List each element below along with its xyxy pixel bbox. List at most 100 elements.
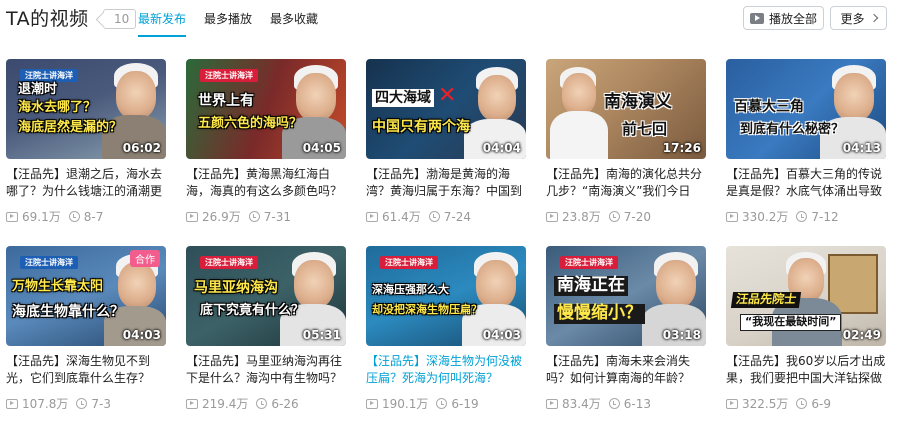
video-duration: 04:05 [302, 141, 341, 155]
publish-date: 6-9 [811, 396, 831, 411]
video-meta: 107.8万 7-3 [6, 395, 166, 412]
tab-most-played[interactable]: 最多播放 [204, 10, 252, 37]
thumbnail-caption: 万物生长靠太阳 [12, 279, 104, 294]
thumbnail-caption: 五颜六色的海吗？ [198, 116, 303, 131]
video-card[interactable]: 南海演义 前七回 17:26 【汪品先】南海的演化总共分几步？“南海演义”我们今… [546, 59, 706, 229]
play-count-icon [546, 211, 558, 222]
video-thumbnail[interactable]: 汪院士讲海洋 南海正在 慢慢缩小？ 03:18 [546, 246, 706, 346]
thumbnail-caption: 世界上有 [198, 93, 254, 109]
video-title[interactable]: 【汪品先】深海生物为何没被压扁？死海为何叫死海？ [366, 353, 526, 387]
cross-mark-icon: ✕ [438, 83, 457, 108]
sort-tabs: 最新发布 最多播放 最多收藏 [138, 10, 336, 37]
collab-badge: 合作 [130, 250, 160, 267]
view-count: 83.4万 [562, 397, 601, 411]
video-title[interactable]: 【汪品先】退潮之后，海水去哪了？为什么钱塘江的涌潮更 [6, 166, 166, 200]
view-count: 322.5万 [742, 397, 789, 411]
thumbnail-caption: 四大海域 [372, 89, 434, 108]
clock-icon [76, 398, 88, 409]
video-thumbnail[interactable]: 汪品先院士 “我现在最缺时间” 02:49 [726, 246, 886, 346]
clock-icon [608, 398, 620, 409]
tab-latest[interactable]: 最新发布 [138, 10, 187, 37]
series-tag: 汪院士讲海洋 [380, 256, 438, 269]
play-count-icon [726, 211, 738, 222]
video-card[interactable]: 汪院士讲海洋 合作 万物生长靠太阳 海底生物靠什么？ 04:03 【汪品先】深海… [6, 246, 166, 416]
play-count-icon [6, 211, 18, 222]
view-count: 330.2万 [742, 210, 789, 224]
video-thumbnail[interactable]: 汪院士讲海洋 世界上有 五颜六色的海吗？ 04:05 [186, 59, 346, 159]
video-title[interactable]: 【汪品先】南海的演化总共分几步？“南海演义”我们今日 [546, 166, 706, 200]
video-title[interactable]: 【汪品先】黄海黑海红海白海，海真的有这么多颜色吗？ [186, 166, 346, 200]
series-tag: 汪院士讲海洋 [560, 256, 618, 269]
video-meta: 219.4万 6-26 [186, 395, 346, 412]
video-duration: 02:49 [842, 328, 881, 342]
clock-icon [796, 398, 808, 409]
play-count-icon [186, 398, 198, 409]
more-label: 更多 [840, 11, 865, 26]
play-all-label: 播放全部 [768, 11, 817, 26]
thumbnail-caption: 慢慢缩小？ [554, 303, 645, 324]
thumbnail-caption: 百慕大三角 [734, 99, 804, 115]
video-card[interactable]: 汪院士讲海洋 马里亚纳海沟 底下究竟有什么？ 05:31 【汪品先】马里亚纳海沟… [186, 246, 346, 416]
video-title[interactable]: 【汪品先】南海未来会消失吗？如何计算南海的年龄？ [546, 353, 706, 387]
video-card[interactable]: 百慕大三角 到底有什么秘密？ 04:13 【汪品先】百慕大三角的传说是真是假？水… [726, 59, 886, 229]
video-meta: 330.2万 7-12 [726, 208, 886, 225]
video-card[interactable]: 汪院士讲海洋 世界上有 五颜六色的海吗？ 04:05 【汪品先】黄海黑海红海白海… [186, 59, 346, 229]
series-tag: 汪院士讲海洋 [20, 256, 78, 269]
publish-date: 6-13 [623, 396, 651, 411]
video-thumbnail[interactable]: 汪院士讲海洋 深海压强那么大 却没把深海生物压扁？ 04:03 [366, 246, 526, 346]
video-thumbnail[interactable]: 百慕大三角 到底有什么秘密？ 04:13 [726, 59, 886, 159]
more-button[interactable]: 更多 [830, 6, 887, 30]
thumbnail-caption: 汪品先院士 [730, 292, 802, 308]
video-meta: 322.5万 6-9 [726, 395, 886, 412]
clock-icon [428, 211, 440, 222]
tab-most-favorited[interactable]: 最多收藏 [270, 10, 318, 37]
play-all-button[interactable]: 播放全部 [743, 6, 824, 30]
video-title[interactable]: 【汪品先】渤海是黄海的海湾？黄海归属于东海？中国到 [366, 166, 526, 200]
play-count-icon [366, 211, 378, 222]
video-title[interactable]: 【汪品先】马里亚纳海沟再往下是什么？海沟中有生物吗？ [186, 353, 346, 387]
view-count: 219.4万 [202, 397, 249, 411]
thumbnail-caption: 中国只有两个海 [372, 119, 470, 135]
video-duration: 04:03 [122, 328, 161, 342]
video-title[interactable]: 【汪品先】百慕大三角的传说是真是假？水底气体涌出导致 [726, 166, 886, 200]
thumbnail-caption: 却没把深海生物压扁？ [372, 303, 482, 316]
video-thumbnail[interactable]: 南海演义 前七回 17:26 [546, 59, 706, 159]
thumbnail-caption: 底下究竟有什么？ [200, 303, 305, 318]
video-meta: 26.9万 7-31 [186, 208, 346, 225]
series-tag: 汪院士讲海洋 [200, 256, 258, 269]
thumbnail-caption: 深海压强那么大 [372, 283, 449, 296]
clock-icon [256, 398, 268, 409]
video-card[interactable]: 汪院士讲海洋 南海正在 慢慢缩小？ 03:18 【汪品先】南海未来会消失吗？如何… [546, 246, 706, 416]
video-thumbnail[interactable]: 汪院士讲海洋 马里亚纳海沟 底下究竟有什么？ 05:31 [186, 246, 346, 346]
play-count-icon [6, 398, 18, 409]
video-title[interactable]: 【汪品先】我60岁以后才出成果，我们要把中国大洋钻探做 [726, 353, 886, 387]
publish-date: 7-31 [263, 209, 291, 224]
video-duration: 06:02 [122, 141, 161, 155]
video-card[interactable]: 汪院士讲海洋 退潮时 海水去哪了？ 海底居然是漏的？ 06:02 【汪品先】退潮… [6, 59, 166, 229]
play-count-icon [366, 398, 378, 409]
play-count-icon [186, 211, 198, 222]
video-meta: 190.1万 6-19 [366, 395, 526, 412]
thumbnail-caption: 海底居然是漏的？ [18, 120, 123, 135]
video-card[interactable]: 四大海域 ✕ 中国只有两个海 04:04 【汪品先】渤海是黄海的海湾？黄海归属于… [366, 59, 526, 229]
clock-icon [68, 211, 80, 222]
video-duration: 17:26 [662, 141, 701, 155]
video-card[interactable]: 汪品先院士 “我现在最缺时间” 02:49 【汪品先】我60岁以后才出成果，我们… [726, 246, 886, 416]
clock-icon [248, 211, 260, 222]
thumbnail-caption: “我现在最缺时间” [740, 314, 842, 331]
play-count-icon [546, 398, 558, 409]
video-count-badge: 10 [103, 9, 137, 29]
video-duration: 03:18 [662, 328, 701, 342]
play-count-icon [726, 398, 738, 409]
video-thumbnail[interactable]: 四大海域 ✕ 中国只有两个海 04:04 [366, 59, 526, 159]
video-thumbnail[interactable]: 汪院士讲海洋 退潮时 海水去哪了？ 海底居然是漏的？ 06:02 [6, 59, 166, 159]
video-meta: 61.4万 7-24 [366, 208, 526, 225]
video-card[interactable]: 汪院士讲海洋 深海压强那么大 却没把深海生物压扁？ 04:03 【汪品先】深海生… [366, 246, 526, 416]
header: TA的视频 10 最新发布 最多播放 最多收藏 播放全部 更多 [0, 0, 900, 40]
video-title[interactable]: 【汪品先】深海生物见不到光，它们到底靠什么生存？ [6, 353, 166, 387]
clock-icon [796, 211, 808, 222]
play-icon [749, 12, 764, 24]
view-count: 61.4万 [382, 210, 421, 224]
video-thumbnail[interactable]: 汪院士讲海洋 合作 万物生长靠太阳 海底生物靠什么？ 04:03 [6, 246, 166, 346]
publish-date: 6-19 [451, 396, 479, 411]
